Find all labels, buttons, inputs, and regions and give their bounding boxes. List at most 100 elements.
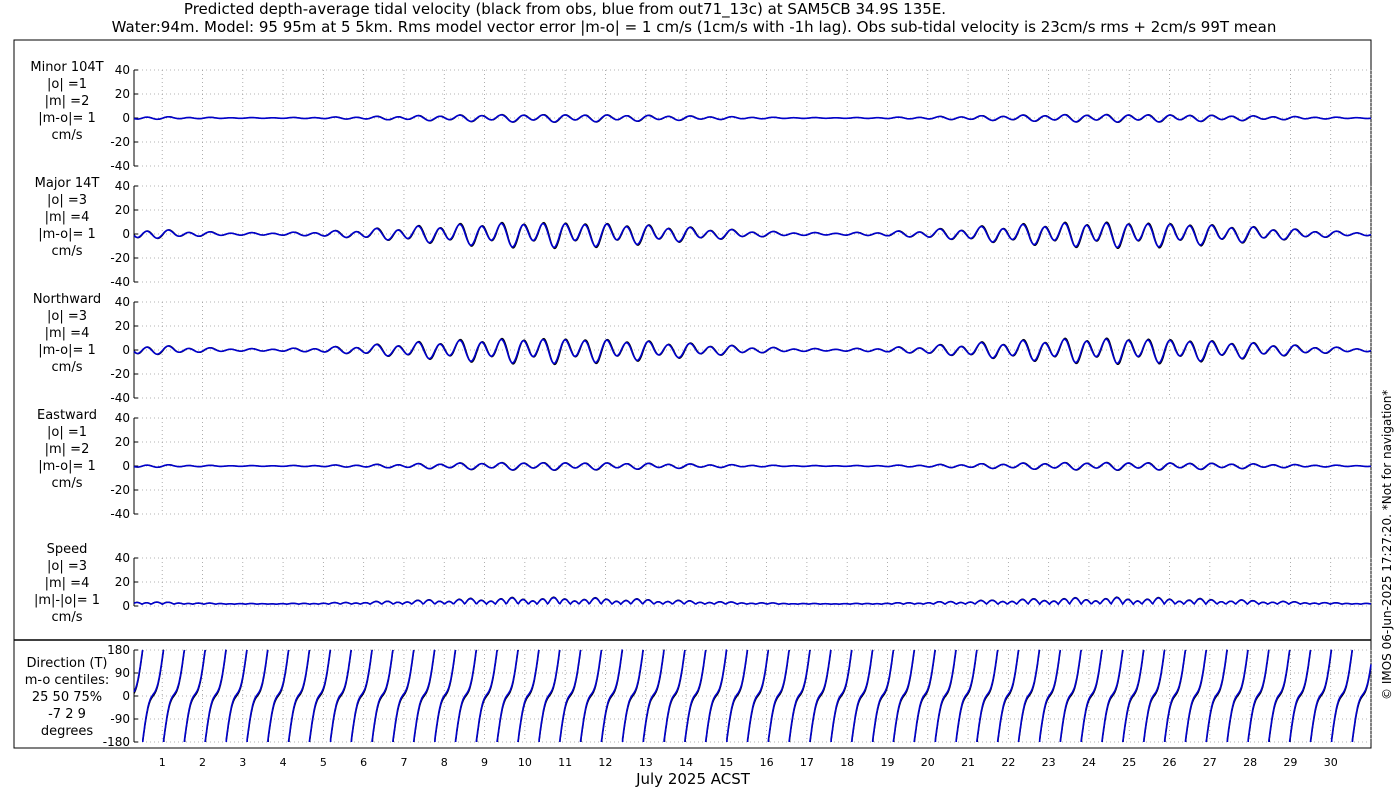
panel-direction: 180 90 0 -90 -180 Direction (T) m-o centiles: 2… (25, 643, 1372, 749)
y-tick-label: 90 (115, 666, 130, 680)
panel-label-line: cm/s (52, 476, 83, 491)
panel-label-line: |m-o|= 1 (38, 459, 96, 474)
tidal-velocity-chart: 1 2 3 4 5 6 7 8 9 10 11 12 13 14 15 16 17 18 19 20 21 22 23 24 2… (13, 39, 1372, 788)
x-tick-label: 19 (880, 756, 894, 769)
y-tick-label: 0 (122, 459, 130, 473)
y-tick-label: -40 (110, 507, 130, 521)
panel-label-line: Eastward (37, 408, 97, 423)
x-tick-label: 5 (320, 756, 327, 769)
model-series-line (133, 222, 1372, 249)
x-tick-label: 8 (441, 756, 448, 769)
panel-label-line: |m|-|o|= 1 (34, 593, 100, 608)
panel-label-line: Direction (T) (27, 656, 108, 671)
x-tick-label: 6 (360, 756, 367, 769)
x-tick-label: 29 (1283, 756, 1297, 769)
y-tick-label: 40 (115, 63, 130, 77)
panel-label-line: |m| =4 (45, 210, 90, 225)
x-tick-label: 14 (679, 756, 693, 769)
x-tick-label: 11 (558, 756, 572, 769)
panel-label-line: Northward (33, 292, 101, 307)
x-tick-label: 2 (199, 756, 206, 769)
x-tick-label: 27 (1203, 756, 1217, 769)
x-tick-label: 18 (840, 756, 854, 769)
model-series-line (133, 338, 1372, 365)
y-tick-label: -90 (110, 712, 130, 726)
plot-frame (13, 39, 1372, 749)
panel-north: 40 20 0 -20 -40 Northward |o| =3 |m| =4 |m-o|= 1… (33, 292, 1372, 405)
x-tick-label: 24 (1082, 756, 1096, 769)
panel-label-line: |o| =3 (47, 559, 87, 574)
panel-label-line: cm/s (52, 128, 83, 143)
y-tick-label: -40 (110, 275, 130, 289)
y-tick-label: 180 (107, 643, 130, 657)
obs-series-line (133, 337, 1372, 366)
x-tick-label: 30 (1324, 756, 1338, 769)
x-tick-label: 26 (1163, 756, 1177, 769)
panel-label-line: |m| =4 (45, 576, 90, 591)
x-tick-label: 16 (760, 756, 774, 769)
panel-label-line: |m-o|= 1 (38, 111, 96, 126)
panel-label-line: cm/s (52, 244, 83, 259)
x-axis: 1 2 3 4 5 6 7 8 9 10 11 12 13 14 15 16 17 18 19 20 21 22 23 24 2… (159, 756, 1338, 769)
y-tick-label: 20 (115, 319, 130, 333)
x-tick-label: 13 (639, 756, 653, 769)
panel-label-line: |o| =3 (47, 193, 87, 208)
copyright-note: © IMOS 06-Jun-2025 17:27:20. *Not for na… (1380, 389, 1394, 700)
panel-label-line: 25 50 75% (32, 690, 102, 705)
y-tick-label: -180 (103, 735, 130, 749)
panel-label-line: |m| =2 (45, 442, 90, 457)
y-tick-label: -20 (110, 135, 130, 149)
y-tick-label: 40 (115, 295, 130, 309)
y-tick-label: 0 (122, 599, 130, 613)
y-tick-label: 40 (115, 179, 130, 193)
x-tick-label: 28 (1243, 756, 1257, 769)
x-tick-label: 7 (400, 756, 407, 769)
panel-speed: 40 20 0 Speed |o| =3 |m| =4 |m|-|o|= 1 cm/s (34, 542, 1372, 625)
panel-label-line: Speed (47, 542, 88, 557)
x-tick-label: 20 (921, 756, 935, 769)
panel-minor: 40 20 0 -20 -40 Minor 104T |o| =1 |m| =2 |m-o|= … (30, 60, 1372, 173)
y-tick-label: -20 (110, 367, 130, 381)
y-tick-label: 20 (115, 203, 130, 217)
y-tick-label: -40 (110, 391, 130, 405)
y-tick-label: 0 (122, 343, 130, 357)
panel-label-line: Minor 104T (30, 60, 103, 75)
x-tick-label: 10 (518, 756, 532, 769)
panel-label-line: -7 2 9 (48, 707, 86, 722)
y-tick-label: 40 (115, 411, 130, 425)
x-tick-label: 23 (1042, 756, 1056, 769)
panel-east: 40 20 0 -20 -40 Eastward |o| =1 |m| =2 |m-o|= 1 c… (37, 408, 1372, 521)
y-tick-label: 0 (122, 689, 130, 703)
panel-label-line: m-o centiles: (25, 673, 110, 688)
panel-major: 40 20 0 -20 -40 Major 14T |o| =3 |m| =4 |m-o|= 1… (35, 176, 1372, 289)
y-tick-label: 0 (122, 227, 130, 241)
x-tick-label: 22 (1001, 756, 1015, 769)
panel-label-line: |o| =1 (47, 77, 87, 92)
y-tick-label: -40 (110, 159, 130, 173)
x-tick-label: 17 (800, 756, 814, 769)
panel-label-line: |o| =3 (47, 309, 87, 324)
panel-label-line: |m| =2 (45, 94, 90, 109)
y-tick-label: 0 (122, 111, 130, 125)
model-direction-line (133, 649, 1372, 743)
panel-label-line: |m-o|= 1 (38, 343, 96, 358)
y-tick-label: 20 (115, 87, 130, 101)
x-tick-label: 21 (961, 756, 975, 769)
y-tick-label: -20 (110, 483, 130, 497)
x-tick-label: 12 (598, 756, 612, 769)
x-tick-label: 9 (481, 756, 488, 769)
model-series-line (133, 461, 1372, 471)
x-tick-label: 1 (159, 756, 166, 769)
x-tick-label: 3 (239, 756, 246, 769)
panel-label-line: |m| =4 (45, 326, 90, 341)
model-series-line (133, 113, 1372, 123)
panel-label-line: degrees (41, 724, 94, 739)
panel-label-line: |o| =1 (47, 425, 87, 440)
x-tick-label: 15 (719, 756, 733, 769)
panel-label-line: Major 14T (35, 176, 100, 191)
panel-label-line: cm/s (52, 360, 83, 375)
model-series-line (133, 596, 1372, 606)
x-axis-label: July 2025 ACST (635, 770, 751, 788)
x-tick-label: 25 (1122, 756, 1136, 769)
obs-series-line (133, 221, 1372, 250)
